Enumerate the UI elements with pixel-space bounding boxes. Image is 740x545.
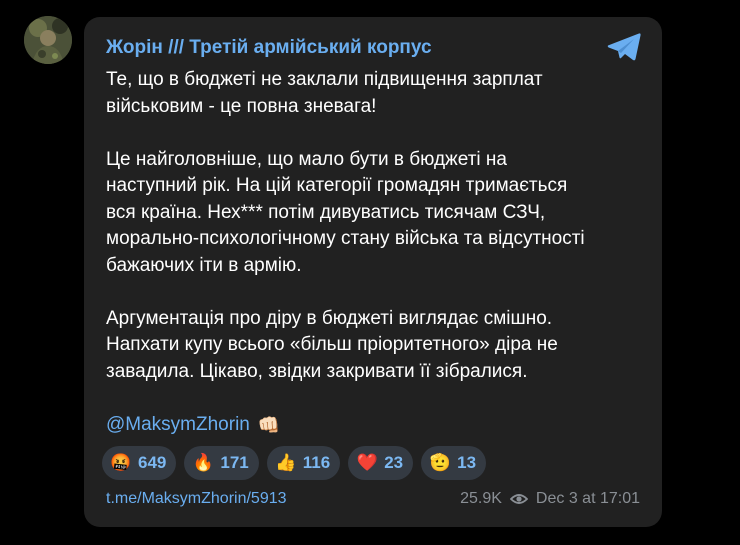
fire-icon: 🔥 [192,453,214,472]
mention-line: @MaksymZhorin 👊🏻 [106,412,646,439]
post-date: Dec 3 at 17:01 [535,490,640,507]
reaction-salute[interactable]: 🫡 13 [421,446,487,480]
reaction-fire[interactable]: 🔥 171 [184,446,259,480]
channel-avatar[interactable] [24,16,72,64]
view-count: 25.9K [460,490,502,507]
thumbs-up-icon: 👍 [275,453,297,472]
post-meta: 25.9K Dec 3 at 17:01 [460,490,640,508]
mention-link[interactable]: @MaksymZhorin [106,412,250,439]
swearing-face-icon: 🤬 [110,453,132,472]
message-paragraph: Те, що в бюджеті не заклали підвищення з… [106,69,543,117]
pointing-hand-icon: 🫡 [429,453,451,472]
fist-icon: 👊🏻 [257,414,281,435]
telegram-share-icon[interactable] [606,31,642,63]
eye-icon [509,494,528,504]
message-paragraph: Це найголовніше, що мало бути в бюджеті … [106,148,585,276]
channel-name[interactable]: Жорін /// Третій армійський корпус [106,37,432,59]
reaction-count: 171 [220,453,249,472]
reactions-bar: 🤬 649 🔥 171 👍 116 ❤️ 23 🫡 13 [102,446,487,480]
reaction-count: 13 [457,453,477,472]
reaction-swearing[interactable]: 🤬 649 [102,446,177,480]
reaction-count: 23 [384,453,404,472]
message-body: Те, що в бюджеті не заклали підвищення з… [106,67,646,438]
post-link[interactable]: t.me/MaksymZhorin/5913 [106,490,287,508]
heart-icon: ❤️ [356,453,378,472]
reaction-thumbs-up[interactable]: 👍 116 [266,446,341,480]
message-paragraph: Аргументація про діру в бюджеті виглядає… [106,307,558,382]
reaction-count: 116 [302,453,331,472]
reaction-heart[interactable]: ❤️ 23 [348,446,414,480]
message-card: Жорін /// Третій армійський корпус Те, щ… [84,17,662,527]
reaction-count: 649 [138,453,167,472]
